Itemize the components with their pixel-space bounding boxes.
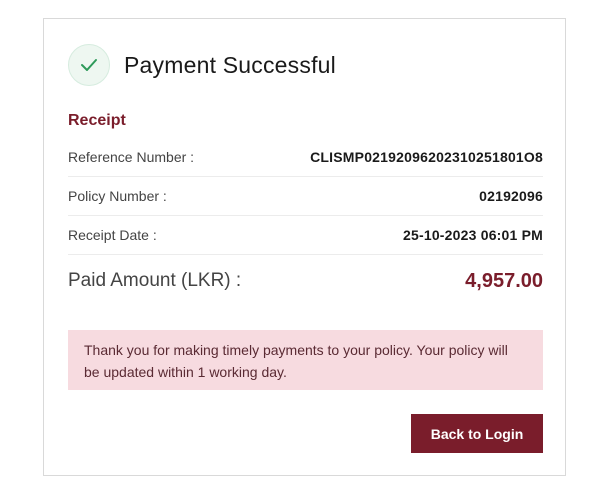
reference-number-row: Reference Number : CLISMP021920962023102… bbox=[68, 138, 543, 177]
info-notice: Thank you for making timely payments to … bbox=[68, 330, 543, 390]
policy-number-value: 02192096 bbox=[479, 188, 543, 204]
page-title: Payment Successful bbox=[124, 51, 336, 78]
receipt-date-value: 25-10-2023 06:01 PM bbox=[403, 227, 543, 243]
reference-number-label: Reference Number : bbox=[68, 149, 195, 165]
receipt-date-label: Receipt Date : bbox=[68, 227, 157, 243]
success-badge bbox=[68, 44, 110, 86]
receipt-details: Reference Number : CLISMP021920962023102… bbox=[68, 138, 543, 255]
back-to-login-button[interactable]: Back to Login bbox=[411, 414, 543, 453]
check-icon bbox=[81, 59, 97, 71]
policy-number-label: Policy Number : bbox=[68, 188, 167, 204]
paid-amount-value: 4,957.00 bbox=[465, 269, 543, 292]
paid-amount-row: Paid Amount (LKR) : 4,957.00 bbox=[68, 266, 543, 296]
receipt-heading: Receipt bbox=[68, 112, 126, 129]
paid-amount-label: Paid Amount (LKR) : bbox=[68, 270, 242, 291]
receipt-date-row: Receipt Date : 25-10-2023 06:01 PM bbox=[68, 216, 543, 255]
payment-success-card: Payment Successful Receipt Reference Num… bbox=[43, 18, 566, 476]
policy-number-row: Policy Number : 02192096 bbox=[68, 177, 543, 216]
card-header: Payment Successful bbox=[68, 43, 336, 87]
reference-number-value: CLISMP02192096202310251801O8 bbox=[310, 149, 543, 165]
